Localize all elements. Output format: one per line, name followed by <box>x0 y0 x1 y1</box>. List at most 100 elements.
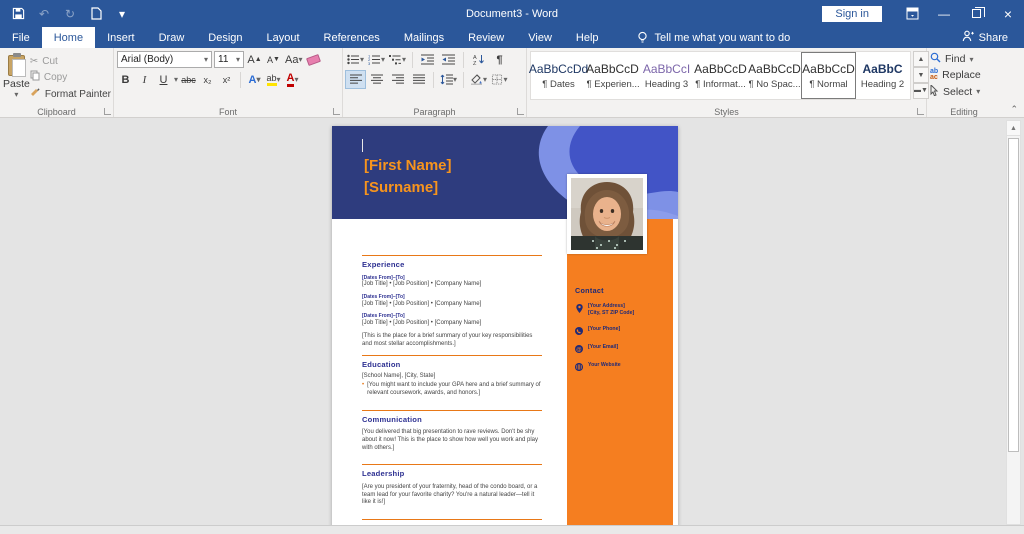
tab-design[interactable]: Design <box>196 27 254 48</box>
scrollbar-thumb[interactable] <box>1008 138 1019 453</box>
shrink-font-button[interactable]: A ▼ <box>265 51 282 68</box>
select-button[interactable]: Select ▾ <box>930 83 998 99</box>
tab-home[interactable]: Home <box>41 27 96 48</box>
style-dates[interactable]: AaBbCcDd ¶ Dates <box>529 53 588 98</box>
leadership-body[interactable]: [Are you president of your fraternity, h… <box>362 484 542 507</box>
underline-button[interactable]: U <box>155 71 172 88</box>
sort-button[interactable]: AZ <box>469 51 488 68</box>
style-heading-3[interactable]: AaBbCcI Heading 3 <box>640 53 693 98</box>
experience-jobline[interactable]: [Job Title] • [Job Position] • [Company … <box>362 320 542 328</box>
contact-phone-item[interactable]: [Your Phone] <box>575 326 671 336</box>
first-name-placeholder[interactable]: [First Name] <box>364 155 452 177</box>
education-section[interactable]: Education [School Name], [City, State] •… <box>362 355 542 397</box>
tab-mailings[interactable]: Mailings <box>392 27 456 48</box>
email-text[interactable]: [Your Email] <box>588 344 618 351</box>
show-hide-pilcrow-button[interactable]: ¶ <box>490 51 509 68</box>
justify-button[interactable] <box>409 71 428 88</box>
website-text[interactable]: Your Website <box>588 362 621 369</box>
close-icon[interactable]: × <box>992 0 1024 27</box>
tab-file[interactable]: File <box>0 27 42 48</box>
numbering-button[interactable]: 1 2 3 ▾ <box>367 51 386 68</box>
text-effects-button[interactable]: A ▾ <box>246 71 263 88</box>
clear-formatting-button[interactable] <box>305 51 322 68</box>
styles-dialog-launcher-icon[interactable] <box>917 108 924 115</box>
address-line2[interactable]: [City, ST ZIP Code] <box>588 310 634 316</box>
education-bullet-text[interactable]: [You might want to include your GPA here… <box>367 382 542 398</box>
resume-name-block[interactable]: [First Name] [Surname] <box>364 155 452 199</box>
new-document-icon[interactable] <box>88 6 104 22</box>
superscript-button[interactable]: x² <box>218 71 235 88</box>
font-size-combobox[interactable]: 11 ▾ <box>214 51 244 68</box>
paste-dropdown-icon[interactable]: ▾ <box>14 90 18 99</box>
document-page[interactable]: [First Name] [Surname] Experience [Dates… <box>332 126 678 525</box>
tab-help[interactable]: Help <box>564 27 611 48</box>
communication-heading[interactable]: Communication <box>362 415 542 425</box>
subscript-button[interactable]: x₂ <box>199 71 216 88</box>
tell-me-box[interactable]: Tell me what you want to do <box>637 27 790 48</box>
minimize-icon[interactable]: — <box>928 0 960 27</box>
font-name-dropdown-icon[interactable]: ▾ <box>204 55 208 64</box>
undo-icon[interactable]: ↶ <box>36 6 52 22</box>
collapse-ribbon-icon[interactable]: ⌃ <box>1010 104 1018 115</box>
share-button[interactable]: Share <box>962 27 1024 48</box>
italic-button[interactable]: I <box>136 71 153 88</box>
multilevel-list-button[interactable]: ▾ <box>388 51 407 68</box>
style-experience[interactable]: AaBbCcD ¶ Experien... <box>586 53 639 98</box>
education-heading[interactable]: Education <box>362 360 542 370</box>
redo-icon[interactable]: ↻ <box>62 6 78 22</box>
align-right-button[interactable] <box>388 71 407 88</box>
decrease-indent-button[interactable] <box>418 51 437 68</box>
leadership-section[interactable]: Leadership [Are you president of your fr… <box>362 463 542 507</box>
experience-heading[interactable]: Experience <box>362 260 542 270</box>
education-school[interactable]: [School Name], [City, State] <box>362 373 542 381</box>
contact-website-item[interactable]: Your Website <box>575 362 671 372</box>
tab-draw[interactable]: Draw <box>147 27 197 48</box>
highlight-color-button[interactable]: ab ▾ <box>265 71 282 88</box>
style-heading-2[interactable]: AaBbC Heading 2 <box>856 53 909 98</box>
contact-address-item[interactable]: [Your Address] [City, ST ZIP Code] <box>575 303 671 317</box>
paragraph-dialog-launcher-icon[interactable] <box>517 108 524 115</box>
copy-button[interactable]: Copy <box>30 70 111 84</box>
strikethrough-button[interactable]: abc <box>180 71 197 88</box>
underline-dropdown-icon[interactable]: ▾ <box>174 75 178 84</box>
communication-section[interactable]: Communication [You delivered that big pr… <box>362 409 542 453</box>
scroll-up-icon[interactable]: ▲ <box>1007 121 1020 136</box>
contact-heading[interactable]: Contact <box>575 286 671 295</box>
font-name-combobox[interactable]: Arial (Body) ▾ <box>117 51 212 68</box>
bold-button[interactable]: B <box>117 71 134 88</box>
line-spacing-button[interactable]: ▾ <box>439 71 458 88</box>
surname-placeholder[interactable]: [Surname] <box>364 177 452 199</box>
save-icon[interactable] <box>10 6 26 22</box>
align-left-button[interactable] <box>345 70 366 89</box>
contact-email-item[interactable]: @ [Your Email] <box>575 344 671 354</box>
sign-in-button[interactable]: Sign in <box>822 5 882 22</box>
address-line1[interactable]: [Your Address] <box>588 303 625 309</box>
replace-button[interactable]: ab ac Replace <box>930 68 998 82</box>
font-size-dropdown-icon[interactable]: ▾ <box>236 55 240 64</box>
cut-button[interactable]: ✂ Cut <box>30 56 111 67</box>
communication-body[interactable]: [You delivered that big presentation to … <box>362 429 542 452</box>
clipboard-dialog-launcher-icon[interactable] <box>104 108 111 115</box>
paste-button[interactable]: Paste ▾ <box>3 51 30 104</box>
borders-button[interactable]: ▾ <box>490 71 509 88</box>
profile-photo[interactable] <box>567 174 647 254</box>
tab-layout[interactable]: Layout <box>255 27 312 48</box>
experience-summary[interactable]: [This is the place for a brief summary o… <box>362 333 542 349</box>
bullets-button[interactable]: ▾ <box>346 51 365 68</box>
tab-review[interactable]: Review <box>456 27 516 48</box>
style-information[interactable]: AaBbCcD ¶ Informat... <box>694 53 747 98</box>
change-case-button[interactable]: Aa ▾ <box>284 51 303 68</box>
leadership-heading[interactable]: Leadership <box>362 469 542 479</box>
customize-qat-icon[interactable]: ▾ <box>114 6 130 22</box>
tab-references[interactable]: References <box>312 27 392 48</box>
tab-view[interactable]: View <box>516 27 564 48</box>
align-center-button[interactable] <box>367 71 386 88</box>
experience-section[interactable]: Experience [Dates From]–[To] [Job Title]… <box>362 255 542 348</box>
grow-font-button[interactable]: A ▲ <box>246 51 263 68</box>
ribbon-display-options-icon[interactable] <box>896 0 928 27</box>
find-button[interactable]: Find ▾ <box>930 52 998 66</box>
experience-jobline[interactable]: [Job Title] • [Job Position] • [Company … <box>362 281 542 289</box>
style-no-spacing[interactable]: AaBbCcD ¶ No Spac... <box>748 53 801 98</box>
experience-jobline[interactable]: [Job Title] • [Job Position] • [Company … <box>362 301 542 309</box>
font-dialog-launcher-icon[interactable] <box>333 108 340 115</box>
